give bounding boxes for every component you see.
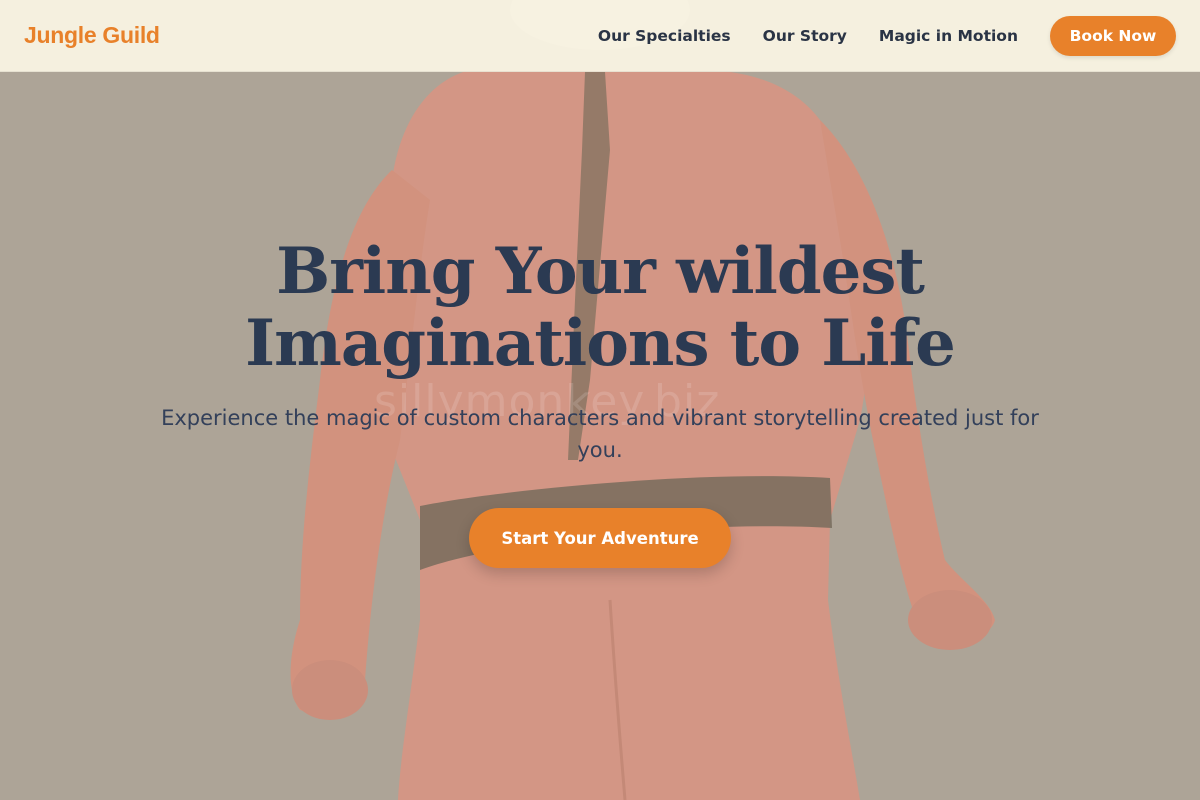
hero-title: Bring Your wildest Imaginations to Life: [245, 234, 956, 381]
book-now-button[interactable]: Book Now: [1050, 15, 1176, 56]
hero-subtitle: Experience the magic of custom character…: [161, 406, 1039, 462]
nav-link-our-specialties[interactable]: Our Specialties: [598, 27, 731, 45]
nav-link-magic-in-motion[interactable]: Magic in Motion: [879, 27, 1018, 45]
site-header: Jungle Guild Our Specialties Our Story M…: [0, 0, 1200, 72]
site-logo[interactable]: Jungle Guild: [24, 22, 160, 49]
main-nav: Our Specialties Our Story Magic in Motio…: [598, 15, 1176, 56]
start-adventure-button[interactable]: Start Your Adventure: [469, 508, 731, 568]
hero-section: Bring Your wildest Imaginations to Life …: [0, 236, 1200, 568]
nav-link-our-story[interactable]: Our Story: [763, 27, 847, 45]
